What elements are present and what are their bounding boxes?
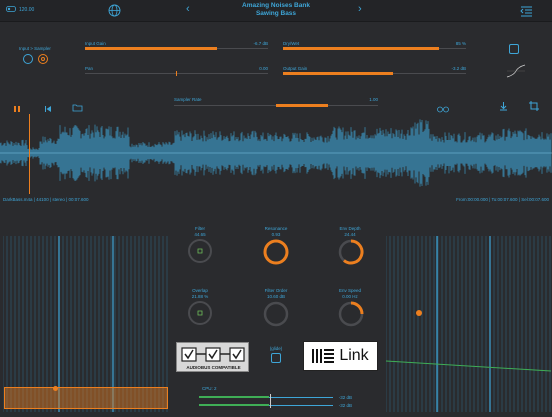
pan-value: 0.00 bbox=[259, 66, 268, 71]
playhead[interactable] bbox=[29, 114, 30, 194]
prev-preset-button[interactable]: ‹ bbox=[186, 3, 190, 15]
bpm-display[interactable]: 120.00 bbox=[6, 6, 34, 14]
left-pad-selection[interactable] bbox=[4, 387, 168, 409]
waveform-display[interactable] bbox=[0, 113, 552, 193]
env-depth-knob[interactable] bbox=[337, 238, 365, 271]
env-speed-value: 0.00 Hz bbox=[342, 294, 358, 299]
left-xy-pad[interactable] bbox=[2, 236, 168, 412]
glide-checkbox[interactable] bbox=[271, 353, 281, 363]
output-gain-label: Output Gain bbox=[283, 66, 308, 71]
resonance-label: Resonance bbox=[264, 226, 288, 231]
overlap-value: 21.88 % bbox=[191, 294, 209, 299]
globe-icon[interactable] bbox=[108, 4, 121, 22]
bpm-icon bbox=[6, 6, 16, 14]
env-depth-value: 24.44 bbox=[344, 232, 356, 237]
filter-knob[interactable] bbox=[187, 238, 213, 269]
input-radio-1[interactable] bbox=[23, 54, 33, 64]
dry-wet-label: Dry/Wet bbox=[283, 41, 300, 46]
left-pad-handle[interactable] bbox=[53, 386, 58, 391]
output-gain-slider[interactable] bbox=[283, 72, 466, 75]
menu-icon[interactable] bbox=[520, 4, 533, 22]
glide-label: (glide) bbox=[269, 346, 283, 351]
pan-slider[interactable] bbox=[85, 71, 268, 76]
filter-value: 44.65 bbox=[194, 232, 206, 237]
env-speed-label: Env Speed bbox=[338, 288, 362, 293]
square-toggle[interactable] bbox=[509, 44, 519, 54]
meter-right-value: -32 dB bbox=[338, 403, 352, 408]
preset-title: Sawing Bass bbox=[255, 10, 297, 17]
input-gain-slider[interactable] bbox=[85, 47, 268, 50]
filter-order-label: Filter Order bbox=[264, 288, 288, 293]
sampler-rate-label: Sampler Rate bbox=[174, 97, 202, 102]
dry-wet-value: 85 % bbox=[455, 41, 466, 46]
audiobus-logo: AUDIOBUS COMPATIBLE bbox=[176, 342, 249, 372]
audiobus-text: AUDIOBUS COMPATIBLE bbox=[186, 365, 241, 370]
pan-label: Pan bbox=[85, 66, 94, 71]
filter-label: Filter bbox=[195, 226, 205, 231]
link-text: Link bbox=[339, 347, 369, 364]
env-depth-label: Env Depth bbox=[339, 226, 361, 231]
right-pad-handle[interactable] bbox=[416, 310, 422, 316]
ableton-link-button[interactable]: Link bbox=[303, 341, 378, 371]
file-info: DarkBass.m4a | 44100 | stereo | 00:07.60… bbox=[3, 197, 89, 202]
bpm-value: 120.00 bbox=[19, 7, 35, 13]
resonance-value: 0.93 bbox=[271, 232, 281, 237]
overlap-label: Overlap bbox=[192, 288, 208, 293]
cpu-label: CPU: 2 bbox=[202, 386, 217, 391]
link-icon bbox=[312, 349, 335, 363]
meter-marker bbox=[270, 394, 271, 408]
sampler-rate-value: 1.00 bbox=[369, 97, 378, 102]
bank-title: Amazing Noises Bank bbox=[242, 2, 310, 9]
right-xy-pad[interactable] bbox=[385, 236, 552, 412]
overlap-knob[interactable] bbox=[187, 300, 213, 331]
input-label: Input > Sampler bbox=[19, 46, 51, 51]
output-gain-value: -3.2 dB bbox=[451, 66, 466, 71]
env-speed-knob[interactable] bbox=[337, 300, 365, 333]
sampler-rate-slider[interactable] bbox=[174, 104, 378, 107]
meter-right bbox=[199, 404, 333, 406]
dry-wet-slider[interactable] bbox=[283, 47, 466, 50]
resonance-knob[interactable] bbox=[262, 238, 290, 271]
next-preset-button[interactable]: › bbox=[358, 3, 362, 15]
input-gain-label: Input Gain bbox=[85, 41, 106, 46]
curve-icon[interactable] bbox=[506, 64, 526, 83]
filter-order-knob[interactable] bbox=[262, 300, 290, 333]
meter-left-value: -32 dB bbox=[338, 395, 352, 400]
selection-positions: From:00:00.000 | To:00:07.600 | Sel:00:0… bbox=[456, 197, 549, 202]
meter-left bbox=[199, 396, 333, 398]
filter-order-value: 10.60 dB bbox=[266, 294, 285, 299]
input-radio-2[interactable] bbox=[38, 54, 48, 64]
input-gain-value: -6.7 dB bbox=[253, 41, 268, 46]
